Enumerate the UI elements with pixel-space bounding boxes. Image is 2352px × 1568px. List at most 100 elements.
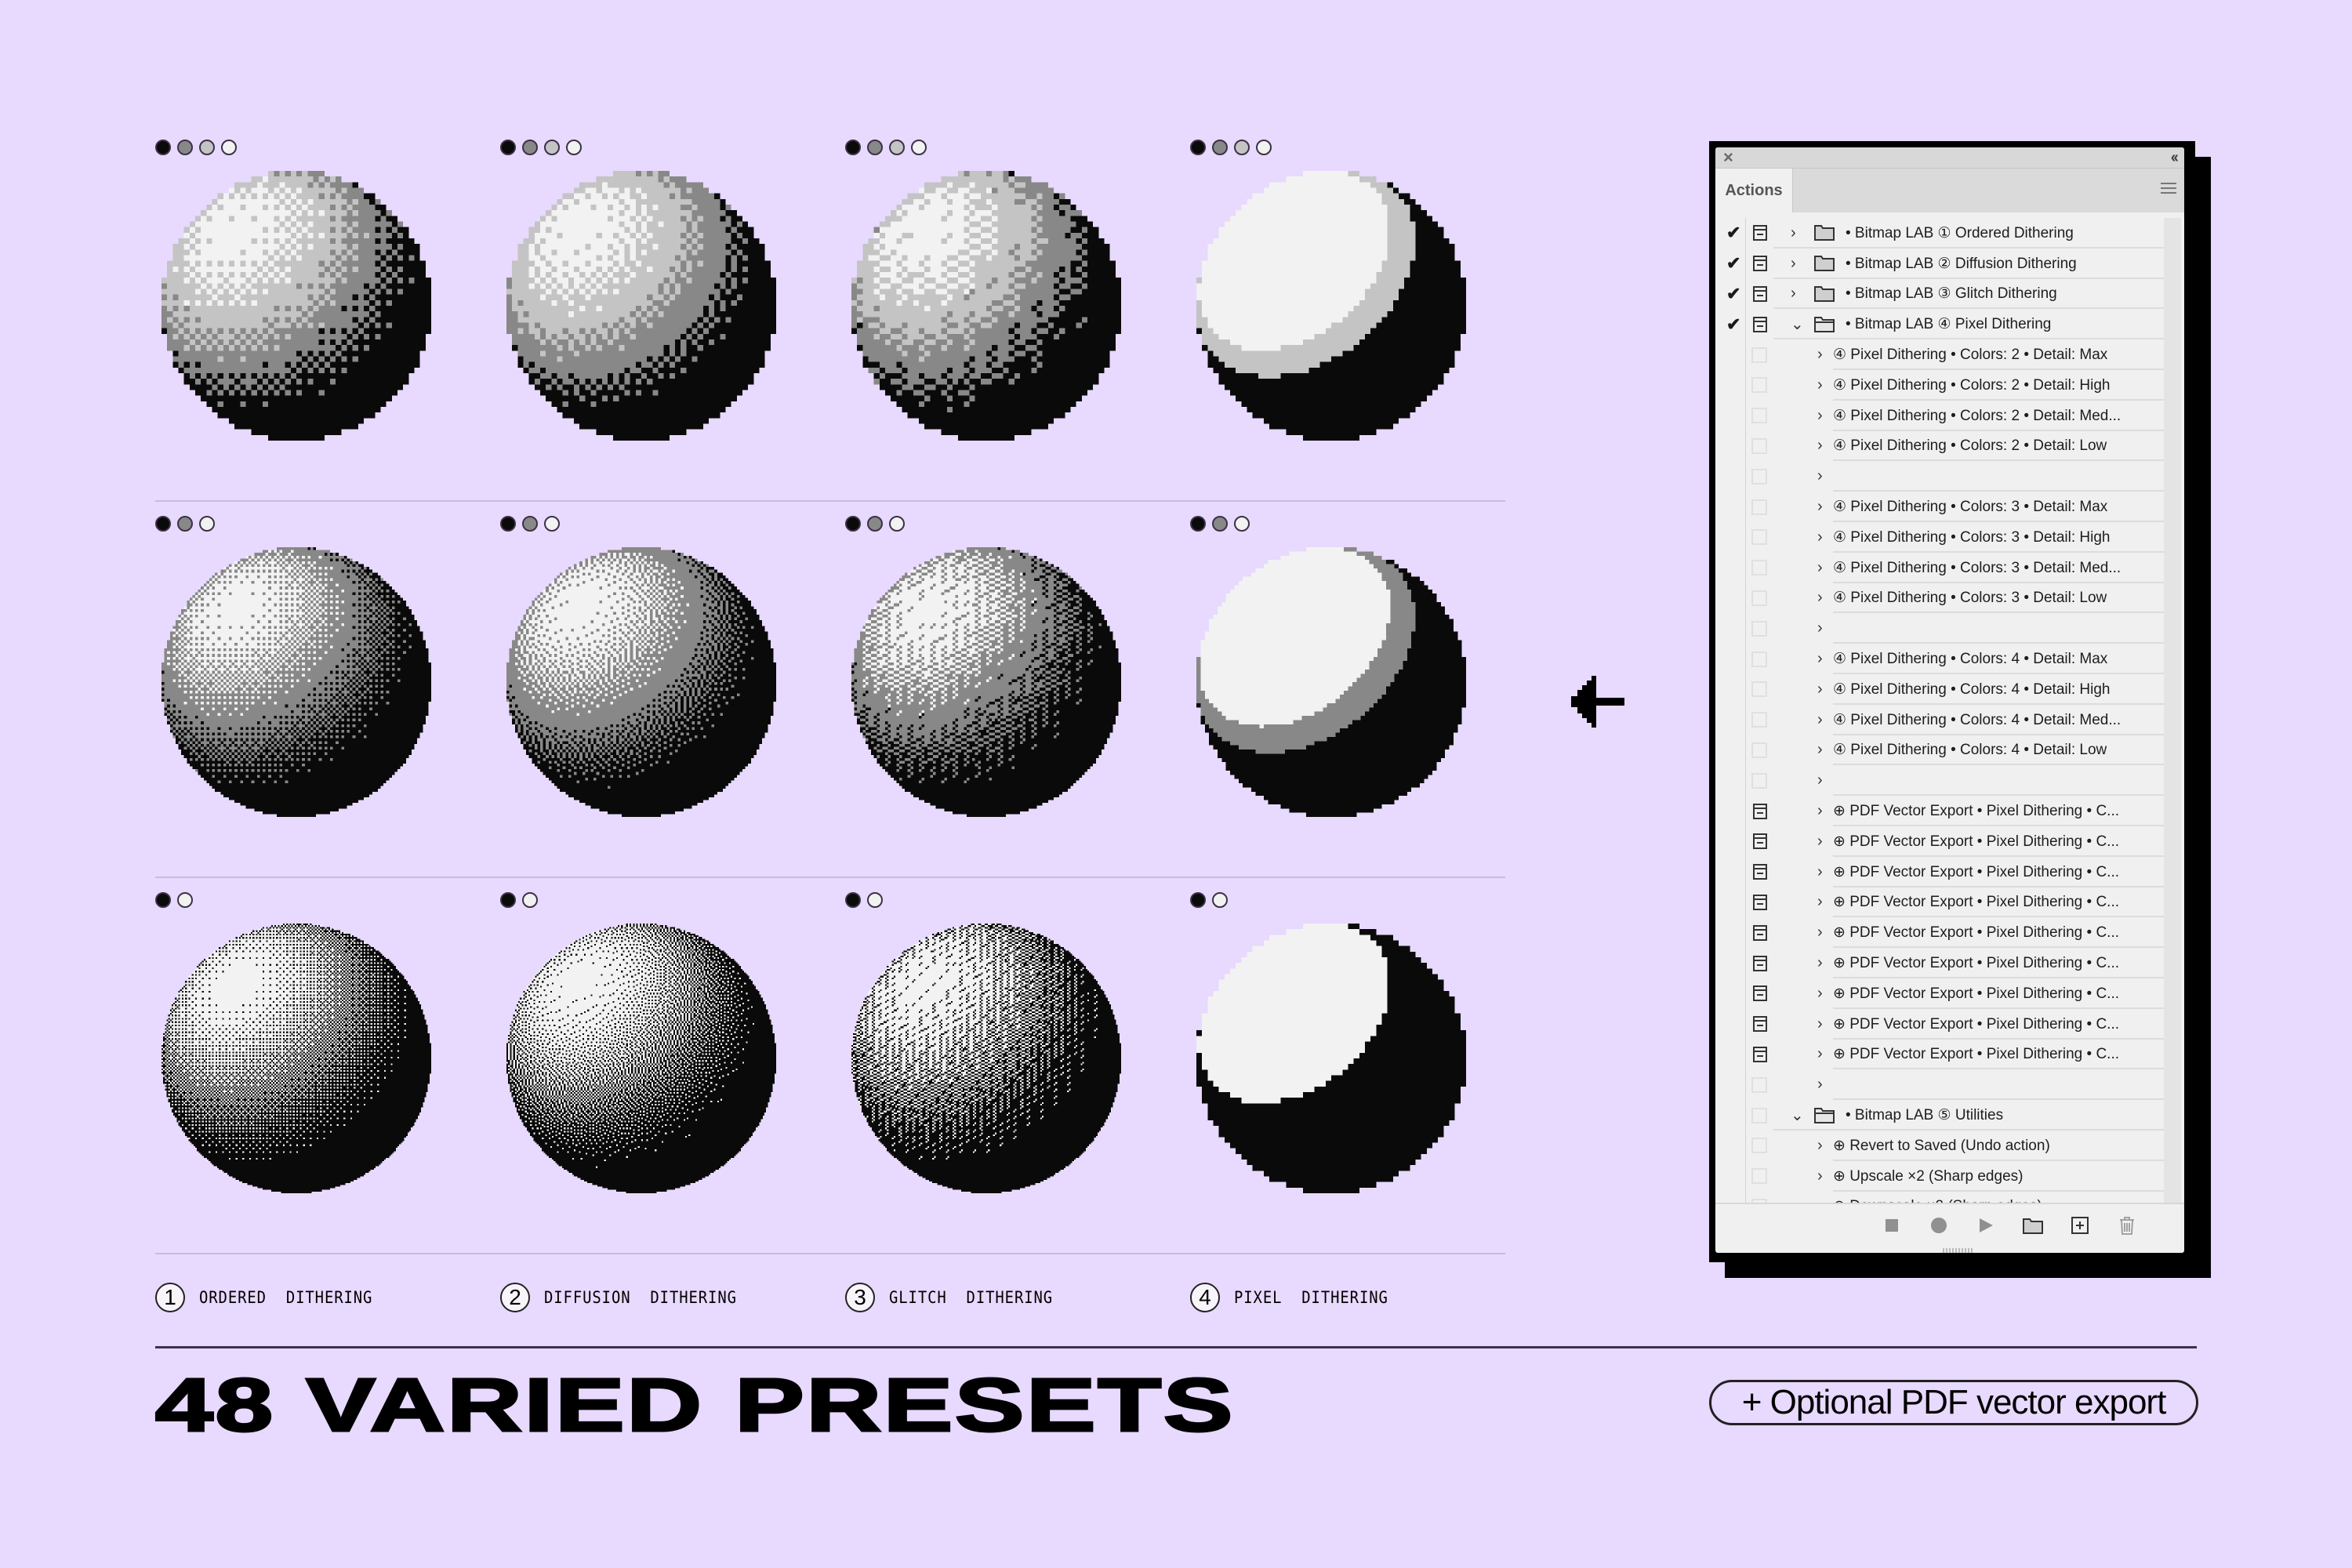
dialog-toggle-icon[interactable] xyxy=(1753,985,1767,1002)
dialog-toggle-icon[interactable] xyxy=(1753,316,1767,332)
action-set-row[interactable]: ✔ › • Bitmap LAB ② Diffusion Dithering xyxy=(1715,249,2164,279)
dialog-toggle-empty[interactable] xyxy=(1751,590,1767,606)
dialog-toggle-empty[interactable] xyxy=(1751,408,1767,424)
dialog-toggle-icon[interactable] xyxy=(1753,225,1767,241)
chevron-right-icon[interactable]: › xyxy=(1817,924,1823,942)
chevron-right-icon[interactable]: › xyxy=(1817,893,1823,911)
dialog-toggle-empty[interactable] xyxy=(1751,1076,1767,1093)
dialog-toggle-empty[interactable] xyxy=(1751,772,1767,789)
chevron-right-icon[interactable]: › xyxy=(1817,741,1823,759)
dialog-toggle-empty[interactable] xyxy=(1751,1138,1767,1154)
tab-actions[interactable]: Actions xyxy=(1715,169,1793,212)
chevron-right-icon[interactable]: › xyxy=(1817,863,1823,881)
action-row[interactable]: › ⊕ PDF Vector Export • Pixel Dithering •… xyxy=(1715,826,2164,857)
action-row[interactable]: › ④ Pixel Dithering • Colors: 2 • Detail:… xyxy=(1715,431,2164,462)
dialog-toggle-empty[interactable] xyxy=(1751,620,1767,637)
chevron-right-icon[interactable]: › xyxy=(1817,376,1823,394)
chevron-right-icon[interactable]: › xyxy=(1791,224,1796,242)
chevron-right-icon[interactable]: › xyxy=(1817,1015,1823,1033)
action-set-row[interactable]: ✔ › • Bitmap LAB ① Ordered Dithering xyxy=(1715,218,2164,249)
action-row[interactable]: › ⊕ PDF Vector Export • Pixel Dithering •… xyxy=(1715,1009,2164,1040)
action-row[interactable]: › ④ Pixel Dithering • Colors: 3 • Detail:… xyxy=(1715,522,2164,553)
action-row[interactable]: › ⊕ PDF Vector Export • Pixel Dithering •… xyxy=(1715,887,2164,918)
action-row[interactable]: › ⊕ PDF Vector Export • Pixel Dithering •… xyxy=(1715,948,2164,978)
dialog-toggle-icon[interactable] xyxy=(1753,833,1767,850)
dialog-toggle-empty[interactable] xyxy=(1751,468,1767,485)
action-row[interactable]: › ④ Pixel Dithering • Colors: 2 • Detail:… xyxy=(1715,339,2164,370)
action-row[interactable]: › xyxy=(1715,765,2164,797)
action-row[interactable]: › ④ Pixel Dithering • Colors: 4 • Detail:… xyxy=(1715,644,2164,674)
check-icon[interactable]: ✔ xyxy=(1726,223,1742,243)
dialog-toggle-icon[interactable] xyxy=(1753,955,1767,971)
dialog-toggle-empty[interactable] xyxy=(1751,712,1767,728)
new-action-button[interactable] xyxy=(2070,1216,2090,1235)
panel-menu-icon[interactable] xyxy=(2161,183,2176,197)
action-row[interactable]: › ④ Pixel Dithering • Colors: 3 • Detail:… xyxy=(1715,583,2164,614)
check-icon[interactable]: ✔ xyxy=(1726,314,1742,335)
chevron-right-icon[interactable]: › xyxy=(1817,528,1823,546)
new-set-button[interactable] xyxy=(2023,1216,2043,1235)
chevron-right-icon[interactable]: › xyxy=(1817,1137,1823,1155)
play-button[interactable] xyxy=(1976,1216,1996,1235)
chevron-right-icon[interactable]: › xyxy=(1817,1167,1823,1185)
chevron-right-icon[interactable]: › xyxy=(1791,285,1796,303)
chevron-right-icon[interactable]: › xyxy=(1817,771,1823,789)
chevron-right-icon[interactable]: › xyxy=(1817,407,1823,425)
action-row[interactable]: › xyxy=(1715,613,2164,644)
chevron-right-icon[interactable]: › xyxy=(1817,802,1823,820)
chevron-right-icon[interactable]: › xyxy=(1817,559,1823,577)
dialog-toggle-empty[interactable] xyxy=(1751,681,1767,698)
action-row[interactable]: › xyxy=(1715,1069,2164,1101)
dialog-toggle-icon[interactable] xyxy=(1753,894,1767,910)
chevron-right-icon[interactable]: › xyxy=(1817,1045,1823,1063)
delete-button[interactable] xyxy=(2117,1216,2137,1235)
dialog-toggle-icon[interactable] xyxy=(1753,803,1767,819)
dialog-toggle-empty[interactable] xyxy=(1751,437,1767,454)
action-row[interactable]: › ④ Pixel Dithering • Colors: 2 • Detail:… xyxy=(1715,370,2164,401)
chevron-right-icon[interactable]: › xyxy=(1817,346,1823,364)
dialog-toggle-icon[interactable] xyxy=(1753,1046,1767,1062)
chevron-right-icon[interactable]: › xyxy=(1817,985,1823,1003)
record-button[interactable] xyxy=(1929,1216,1949,1235)
chevron-right-icon[interactable]: › xyxy=(1817,650,1823,668)
chevron-right-icon[interactable]: › xyxy=(1817,589,1823,607)
dialog-toggle-empty[interactable] xyxy=(1751,529,1767,546)
action-row[interactable]: › ④ Pixel Dithering • Colors: 3 • Detail:… xyxy=(1715,492,2164,522)
action-row[interactable]: › ④ Pixel Dithering • Colors: 4 • Detail:… xyxy=(1715,705,2164,735)
dialog-toggle-empty[interactable] xyxy=(1751,1168,1767,1185)
action-row[interactable]: › ⊕ PDF Vector Export • Pixel Dithering •… xyxy=(1715,796,2164,826)
action-row[interactable]: › ④ Pixel Dithering • Colors: 4 • Detail:… xyxy=(1715,674,2164,705)
chevron-right-icon[interactable]: › xyxy=(1817,498,1823,516)
collapse-icon[interactable]: ‹‹ xyxy=(2171,147,2179,168)
chevron-right-icon[interactable]: › xyxy=(1817,437,1823,455)
action-row[interactable]: › xyxy=(1715,461,2164,492)
action-row[interactable]: › ⊕ PDF Vector Export • Pixel Dithering •… xyxy=(1715,917,2164,949)
dialog-toggle-icon[interactable] xyxy=(1753,864,1767,880)
dialog-toggle-icon[interactable] xyxy=(1753,256,1767,272)
chevron-right-icon[interactable]: › xyxy=(1817,619,1823,637)
dialog-toggle-empty[interactable] xyxy=(1751,560,1767,576)
action-row[interactable]: › ④ Pixel Dithering • Colors: 3 • Detail:… xyxy=(1715,553,2164,583)
action-row[interactable]: › ⊕ PDF Vector Export • Pixel Dithering •… xyxy=(1715,978,2164,1009)
check-icon[interactable]: ✔ xyxy=(1726,284,1742,304)
action-row[interactable]: › ⊕ PDF Vector Export • Pixel Dithering •… xyxy=(1715,1040,2164,1070)
action-row[interactable]: › ④ Pixel Dithering • Colors: 4 • Detail:… xyxy=(1715,735,2164,766)
chevron-right-icon[interactable]: › xyxy=(1817,833,1823,851)
action-row[interactable]: › ⊕ Upscale ×2 (Sharp edges) xyxy=(1715,1161,2164,1192)
chevron-right-icon[interactable]: › xyxy=(1791,255,1796,273)
resize-grip[interactable] xyxy=(1943,1248,1974,1253)
action-row[interactable]: › ⊕ PDF Vector Export • Pixel Dithering •… xyxy=(1715,857,2164,887)
dialog-toggle-icon[interactable] xyxy=(1753,285,1767,302)
check-icon[interactable]: ✔ xyxy=(1726,253,1742,274)
chevron-right-icon[interactable]: › xyxy=(1817,681,1823,699)
chevron-right-icon[interactable]: › xyxy=(1817,711,1823,729)
dialog-toggle-empty[interactable] xyxy=(1751,651,1767,667)
scrollbar[interactable] xyxy=(2164,218,2181,1204)
dialog-toggle-empty[interactable] xyxy=(1751,1107,1767,1123)
chevron-down-icon[interactable]: ⌄ xyxy=(1791,1105,1804,1125)
dialog-toggle-icon[interactable] xyxy=(1753,924,1767,941)
chevron-right-icon[interactable]: › xyxy=(1817,467,1823,485)
action-row[interactable]: › ④ Pixel Dithering • Colors: 2 • Detail:… xyxy=(1715,401,2164,431)
action-set-row[interactable]: ✔ › • Bitmap LAB ③ Glitch Dithering xyxy=(1715,279,2164,310)
chevron-right-icon[interactable]: › xyxy=(1817,1076,1823,1094)
